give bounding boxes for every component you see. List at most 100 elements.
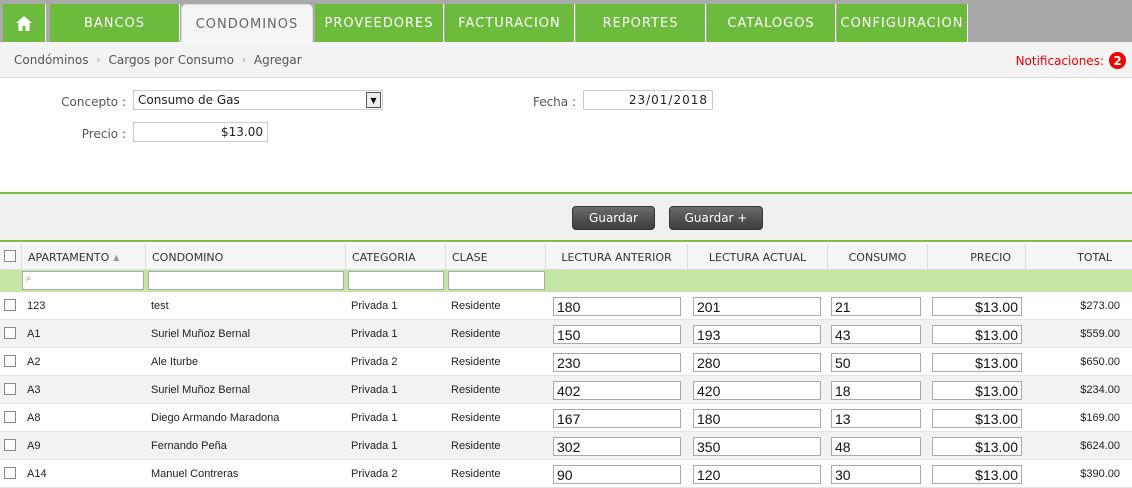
col-condomino[interactable]: CONDOMINO (146, 244, 346, 270)
search-icon: ⌕ (26, 273, 32, 284)
table-row[interactable]: 123 test Privada 1 Residente 180 201 21 $13.00 $… (0, 292, 1132, 320)
save-plus-button[interactable]: Guardar + (669, 206, 763, 230)
save-button[interactable]: Guardar (572, 206, 655, 230)
precio-label: Precio : (81, 127, 126, 141)
concepto-select[interactable]: Consumo de Gas ▼ (133, 90, 383, 110)
nav-proveedores[interactable]: PROVEEDORES (315, 4, 444, 42)
notifications[interactable]: Notificaciones: 2 (1016, 52, 1126, 69)
row-checkbox[interactable] (4, 327, 16, 339)
table-row[interactable]: A2 Ale Iturbe Privada 2 Residente 230 280 50 $1… (0, 348, 1132, 376)
lectura-actual-input[interactable]: 193 (693, 325, 821, 344)
nav-facturacion[interactable]: FACTURACION (445, 4, 575, 42)
fecha-input[interactable]: 23/01/2018 (583, 90, 713, 110)
cell-clase: Residente (451, 356, 501, 368)
cell-total: $559.00 (1080, 328, 1120, 340)
lectura-anterior-input[interactable]: 230 (553, 353, 681, 372)
consumo-input[interactable]: 43 (831, 325, 921, 344)
consumo-input[interactable]: 18 (831, 381, 921, 400)
cell-total: $624.00 (1080, 440, 1120, 452)
col-precio[interactable]: PRECIO (928, 244, 1026, 270)
lectura-anterior-input[interactable]: 150 (553, 325, 681, 344)
precio-input[interactable]: $13.00 (932, 353, 1022, 372)
lectura-actual-input[interactable]: 350 (693, 437, 821, 456)
cell-clase: Residente (451, 328, 501, 340)
home-button[interactable] (3, 4, 46, 42)
precio-input[interactable]: $13.00 (133, 122, 268, 142)
precio-input[interactable]: $13.00 (932, 297, 1022, 316)
filter-clase-input[interactable] (448, 271, 545, 290)
row-checkbox[interactable] (4, 299, 16, 311)
row-checkbox[interactable] (4, 383, 16, 395)
filter-condomino-input[interactable] (148, 271, 344, 290)
cell-clase: Residente (451, 440, 501, 452)
lectura-actual-input[interactable]: 180 (693, 409, 821, 428)
cell-categoria: Privada 2 (351, 356, 398, 368)
lectura-actual-input[interactable]: 201 (693, 297, 821, 316)
col-lectura-anterior[interactable]: LECTURA ANTERIOR (546, 244, 688, 270)
table-row[interactable]: A8 Diego Armando Maradona Privada 1 Residen… (0, 404, 1132, 432)
cell-total: $234.00 (1080, 384, 1120, 396)
notifications-badge[interactable]: 2 (1109, 52, 1126, 69)
precio-input[interactable]: $13.00 (932, 381, 1022, 400)
lectura-anterior-input[interactable]: 180 (553, 297, 681, 316)
col-categoria[interactable]: CATEGORIA (346, 244, 446, 270)
cell-condomino: Fernando Peña (151, 440, 227, 452)
lectura-anterior-input[interactable]: 167 (553, 409, 681, 428)
nav-configuracion[interactable]: CONFIGURACION (837, 4, 968, 42)
col-clase[interactable]: CLASE (446, 244, 546, 270)
lectura-actual-input[interactable]: 120 (693, 465, 821, 484)
col-consumo[interactable]: CONSUMO (828, 244, 928, 270)
lectura-anterior-input[interactable]: 302 (553, 437, 681, 456)
nav-reportes[interactable]: REPORTES (576, 4, 706, 42)
row-checkbox[interactable] (4, 439, 16, 451)
precio-input[interactable]: $13.00 (932, 409, 1022, 428)
concepto-label: Concepto : (61, 95, 126, 109)
table-row[interactable]: A9 Fernando Peña Privada 1 Residente 302 350 4… (0, 432, 1132, 460)
cell-total: $390.00 (1080, 468, 1120, 480)
consumo-input[interactable]: 48 (831, 437, 921, 456)
cell-apartamento: A1 (27, 328, 41, 340)
lectura-actual-input[interactable]: 420 (693, 381, 821, 400)
nav-catalogos[interactable]: CATALOGOS (707, 4, 836, 42)
lectura-anterior-input[interactable]: 402 (553, 381, 681, 400)
filter-apartamento-input[interactable]: ⌕ (22, 271, 144, 290)
precio-input[interactable]: $13.00 (932, 325, 1022, 344)
sort-asc-icon: ▲ (113, 252, 120, 262)
home-icon (16, 15, 32, 31)
cell-categoria: Privada 2 (351, 468, 398, 480)
table-row[interactable]: A14 Manuel Contreras Privada 2 Residente 90 1… (0, 460, 1132, 488)
breadcrumb-cargos-consumo[interactable]: Cargos por Consumo (109, 53, 234, 67)
precio-input[interactable]: $13.00 (932, 465, 1022, 484)
toolbar: Guardar Guardar + (0, 192, 1132, 242)
precio-input[interactable]: $13.00 (932, 437, 1022, 456)
consumo-input[interactable]: 13 (831, 409, 921, 428)
cell-clase: Residente (451, 300, 501, 312)
cell-categoria: Privada 1 (351, 300, 398, 312)
consumo-input[interactable]: 30 (831, 465, 921, 484)
consumo-input[interactable]: 21 (831, 297, 921, 316)
lectura-actual-input[interactable]: 280 (693, 353, 821, 372)
lectura-anterior-input[interactable]: 90 (553, 465, 681, 484)
dropdown-arrow-icon[interactable]: ▼ (366, 92, 381, 108)
col-lectura-actual[interactable]: LECTURA ACTUAL (688, 244, 828, 270)
filter-row: ⌕ (0, 270, 1132, 292)
cell-apartamento: 123 (27, 300, 46, 312)
consumo-input[interactable]: 50 (831, 353, 921, 372)
nav-bancos[interactable]: BANCOS (50, 4, 180, 42)
cell-condomino: Ale Iturbe (151, 356, 199, 368)
row-checkbox[interactable] (4, 355, 16, 367)
row-checkbox[interactable] (4, 411, 16, 423)
filter-categoria-input[interactable] (348, 271, 444, 290)
breadcrumb-condominos[interactable]: Condóminos (14, 53, 89, 67)
cell-apartamento: A9 (27, 440, 41, 452)
table-row[interactable]: A1 Suriel Muñoz Bernal Privada 1 Residente 1… (0, 320, 1132, 348)
col-apartamento[interactable]: APARTAMENTO ▲ (22, 244, 146, 270)
nav-condominos[interactable]: CONDOMINOS (181, 4, 313, 44)
cell-categoria: Privada 1 (351, 412, 398, 424)
select-all-checkbox[interactable] (4, 250, 16, 262)
row-checkbox[interactable] (4, 467, 16, 479)
chevron-right-icon: › (96, 54, 101, 66)
table-row[interactable]: A3 Suriel Muñoz Bernal Privada 1 Residente 4… (0, 376, 1132, 404)
col-total[interactable]: TOTAL (1026, 244, 1132, 270)
cell-condomino: Manuel Contreras (151, 468, 239, 480)
